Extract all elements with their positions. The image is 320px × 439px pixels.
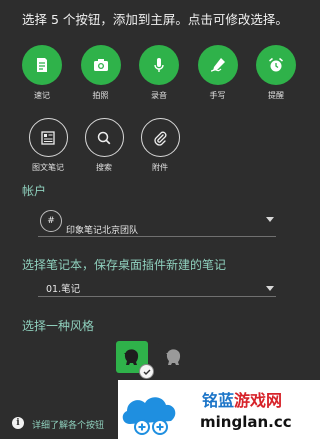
watermark-title: 铭蓝游戏网 [202, 391, 283, 410]
chevron-down-icon [266, 217, 274, 222]
search-icon [84, 118, 124, 157]
quick-note-label: 速记 [34, 91, 50, 100]
search-button[interactable]: 搜索 [76, 118, 132, 173]
text-image-note-button[interactable]: 图文笔记 [20, 118, 76, 173]
account-value: 印象笔记北京团队 [66, 226, 139, 236]
style-section-title: 选择一种风格 [22, 319, 95, 333]
available-buttons-row: 图文笔记 搜索 附件 [20, 118, 188, 173]
camera-label: 拍照 [92, 91, 109, 100]
audio-label: 录音 [151, 91, 167, 100]
quick-note-button[interactable]: 速记 [14, 45, 70, 101]
handwriting-label: 手写 [209, 91, 226, 100]
chevron-down-icon [266, 286, 274, 291]
handwriting-button[interactable]: 手写 [190, 45, 246, 101]
learn-more-link[interactable]: 详细了解各个按钮 [32, 418, 104, 431]
camera-icon [80, 45, 121, 85]
attachment-label: 附件 [152, 163, 168, 172]
watermark-site: minglan.cc [200, 413, 292, 431]
account-section-title: 帐户 [22, 184, 47, 198]
watermark-cloud-logo-icon [122, 397, 176, 435]
elephant-logo-icon [124, 349, 139, 365]
watermark: 铭蓝游戏网 minglan.cc [118, 380, 320, 439]
camera-button[interactable]: 拍照 [73, 45, 129, 101]
microphone-icon [139, 45, 179, 85]
info-icon: i [12, 417, 24, 429]
alarm-clock-icon [256, 45, 296, 85]
reminder-label: 提醒 [268, 91, 284, 100]
style-option-dark[interactable] [158, 341, 190, 373]
search-label: 搜索 [96, 163, 112, 172]
style-option-green[interactable] [116, 341, 154, 379]
text-image-note-label: 图文笔记 [32, 163, 64, 172]
text-image-note-icon [28, 118, 68, 157]
note-icon [22, 45, 62, 85]
instruction-text: 选择 5 个按钮，添加到主屏。点击可修改选择。 [22, 12, 288, 27]
reminder-button[interactable]: 提醒 [248, 45, 304, 101]
elephant-logo-icon [166, 349, 181, 365]
account-select[interactable]: # 印象笔记北京团队 [38, 210, 276, 237]
handwriting-icon [197, 45, 238, 85]
paperclip-icon [140, 118, 180, 157]
selected-buttons-row: 速记 拍照 录音 手写 提醒 [14, 45, 304, 101]
notebook-section-title: 选择笔记本，保存桌面插件新建的笔记 [22, 258, 227, 272]
attachment-button[interactable]: 附件 [132, 118, 188, 173]
checkmark-icon [139, 364, 154, 379]
audio-button[interactable]: 录音 [131, 45, 187, 101]
notebook-select[interactable]: 01.笔记 [38, 281, 276, 297]
account-icon: # [40, 210, 62, 232]
notebook-value: 01.笔记 [46, 284, 81, 295]
